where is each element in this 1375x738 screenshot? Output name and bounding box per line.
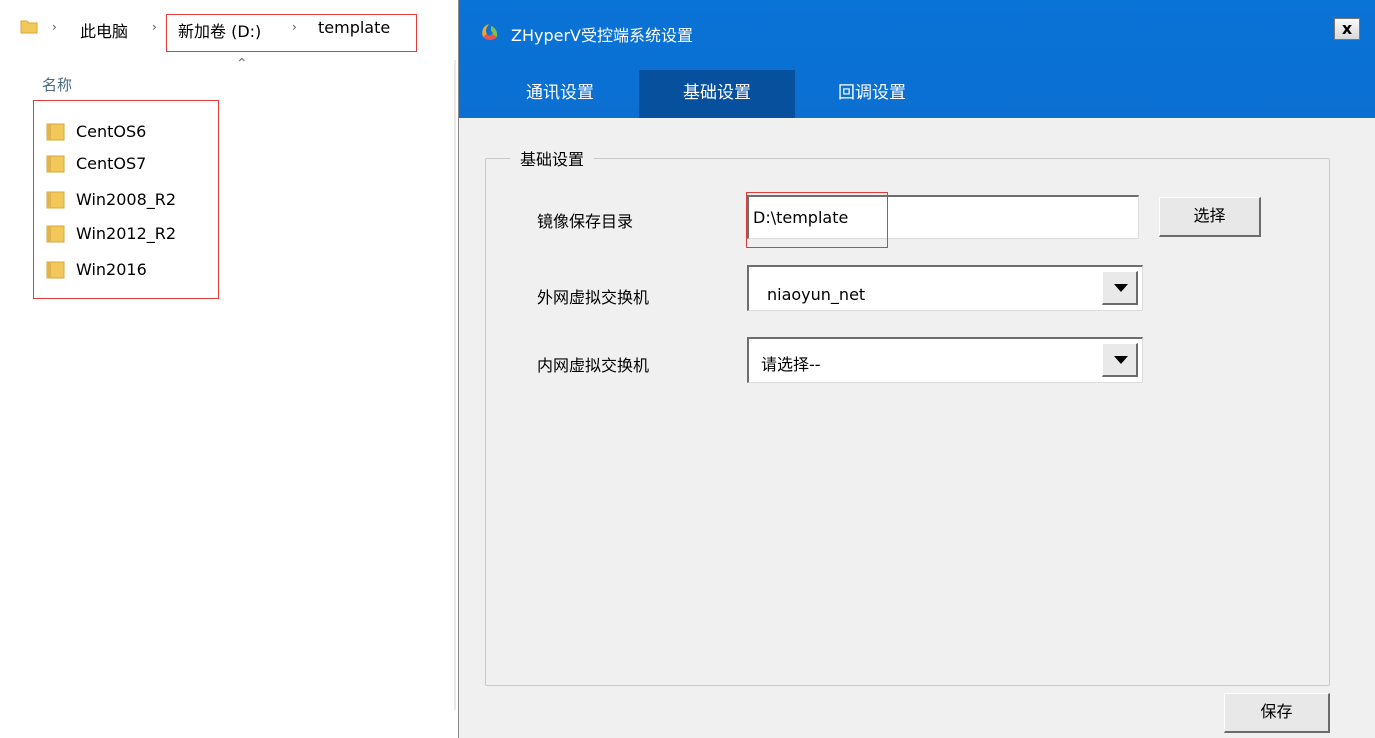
folder-icon <box>46 191 65 209</box>
file-name: Win2008_R2 <box>76 190 177 209</box>
folder-icon <box>46 225 65 243</box>
chevron-down-icon[interactable] <box>1102 271 1138 305</box>
folder-icon <box>20 20 38 34</box>
external-switch-label: 外网虚拟交换机 <box>537 288 650 307</box>
app-logo-icon <box>482 24 498 40</box>
list-item[interactable]: CentOS7 <box>46 150 216 180</box>
file-name: CentOS6 <box>76 122 147 141</box>
sort-up-icon: ⌃ <box>236 56 248 72</box>
list-item[interactable]: CentOS6 <box>46 118 216 148</box>
external-switch-value: niaoyun_net <box>767 285 866 304</box>
scrollbar[interactable] <box>454 60 456 710</box>
folder-icon <box>46 155 65 173</box>
file-name: Win2012_R2 <box>76 224 177 243</box>
list-item[interactable]: Win2008_R2 <box>46 186 216 216</box>
breadcrumb-separator-icon: › <box>292 20 297 34</box>
breadcrumb-separator-icon: › <box>52 20 57 34</box>
folder-icon <box>46 123 65 141</box>
column-header-name[interactable]: 名称 <box>42 74 72 95</box>
file-name: CentOS7 <box>76 154 147 173</box>
dialog-title: ZHyperV受控端系统设置 <box>511 26 693 45</box>
save-button[interactable]: 保存 <box>1224 693 1330 733</box>
choose-button[interactable]: 选择 <box>1159 197 1261 237</box>
external-switch-select[interactable]: niaoyun_net <box>747 265 1143 311</box>
breadcrumb-separator-icon: › <box>152 20 157 34</box>
file-explorer: › 此电脑 › 新加卷 (D:) › template ⌃ 名称 CentOS6… <box>0 0 458 738</box>
internal-switch-select[interactable]: 请选择-- <box>747 337 1143 383</box>
breadcrumb-item-this-pc[interactable]: 此电脑 <box>80 18 128 42</box>
tab-comm-settings[interactable]: 通讯设置 <box>499 70 621 118</box>
breadcrumb-item-volume-d[interactable]: 新加卷 (D:) <box>178 18 261 42</box>
image-dir-label: 镜像保存目录 <box>537 212 634 231</box>
list-item[interactable]: Win2012_R2 <box>46 220 216 250</box>
list-item[interactable]: Win2016 <box>46 256 216 286</box>
title-bar[interactable]: ZHyperV受控端系统设置 x 通讯设置 基础设置 回调设置 <box>459 0 1375 118</box>
settings-dialog: ZHyperV受控端系统设置 x 通讯设置 基础设置 回调设置 基础设置 镜像保… <box>458 0 1375 738</box>
breadcrumb[interactable]: › 此电脑 › 新加卷 (D:) › template <box>0 10 458 46</box>
tab-basic-settings[interactable]: 基础设置 <box>639 70 795 118</box>
breadcrumb-item-template[interactable]: template <box>318 18 390 37</box>
folder-icon <box>46 261 65 279</box>
tab-callback-settings[interactable]: 回调设置 <box>811 70 933 118</box>
chevron-down-icon[interactable] <box>1102 343 1138 377</box>
image-dir-input[interactable] <box>747 195 1139 239</box>
internal-switch-label: 内网虚拟交换机 <box>537 356 650 375</box>
group-title: 基础设置 <box>510 146 595 170</box>
file-name: Win2016 <box>76 260 147 279</box>
close-button[interactable]: x <box>1334 18 1360 40</box>
internal-switch-value: 请选择-- <box>761 355 821 374</box>
